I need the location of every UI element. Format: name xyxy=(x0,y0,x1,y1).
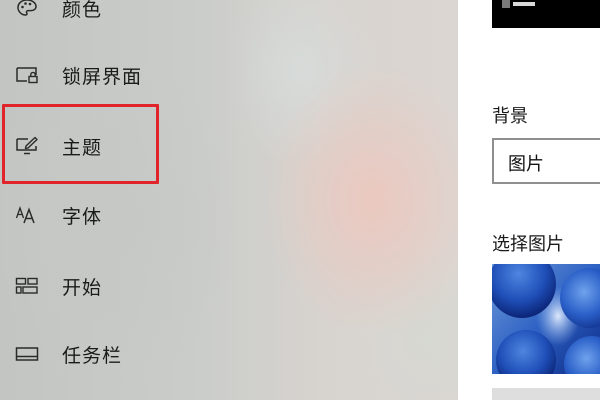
wallpaper-thumbnail[interactable] xyxy=(492,264,600,374)
background-type-dropdown[interactable]: 图片 xyxy=(492,138,600,184)
sidebar-item-label: 锁屏界面 xyxy=(62,65,143,88)
sidebar-item-label: 开始 xyxy=(62,276,103,299)
taskbar-icon xyxy=(15,344,39,364)
personalization-content: 背景 图片 选择图片 xyxy=(458,0,600,400)
background-label: 背景 xyxy=(492,106,528,127)
background-type-value: 图片 xyxy=(508,154,544,175)
choose-picture-label: 选择图片 xyxy=(492,234,564,255)
sidebar-item-fonts[interactable]: 字体 xyxy=(0,193,300,237)
wallpaper-thumbnail[interactable] xyxy=(492,388,600,400)
theme-preview-thumbnail xyxy=(492,0,600,28)
sidebar-item-label: 字体 xyxy=(62,205,103,228)
sidebar-item-lock-screen[interactable]: 锁屏界面 xyxy=(0,53,300,97)
lock-screen-icon xyxy=(15,65,39,85)
sidebar-item-label: 任务栏 xyxy=(62,344,123,367)
highlight-box xyxy=(2,104,159,184)
sidebar-item-taskbar[interactable]: 任务栏 xyxy=(0,332,300,376)
sidebar-item-start[interactable]: 开始 xyxy=(0,264,300,308)
font-icon xyxy=(15,205,39,225)
sidebar-item-label: 颜色 xyxy=(62,0,103,21)
palette-icon xyxy=(15,0,39,18)
sidebar-item-colors[interactable]: 颜色 xyxy=(0,0,300,30)
settings-sidebar: 颜色 锁屏界面 主题 字体 开始 任务栏 xyxy=(0,0,458,400)
preview-window-bar xyxy=(513,2,535,6)
preview-window-tile xyxy=(502,0,510,8)
start-layout-icon xyxy=(15,276,39,296)
